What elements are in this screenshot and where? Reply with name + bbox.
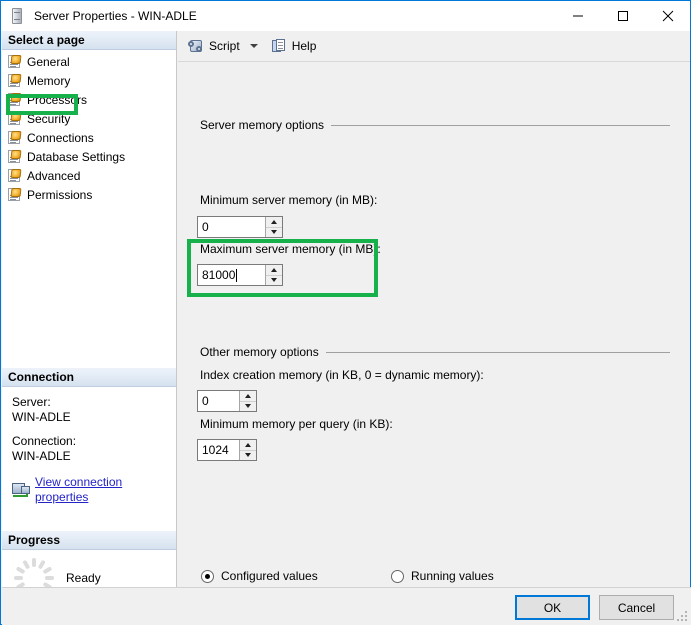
script-icon (188, 38, 204, 54)
resize-grip[interactable] (677, 611, 688, 622)
min-memory-per-query-value[interactable]: 1024 (198, 440, 239, 460)
sidebar-item-connections[interactable]: Connections (8, 128, 176, 147)
max-server-memory-label: Maximum server memory (in MB): (200, 242, 381, 256)
close-button[interactable] (645, 1, 690, 31)
page-icon (8, 188, 22, 201)
sidebar-item-processors[interactable]: Processors (8, 90, 176, 109)
section-title: Server memory options (200, 118, 325, 132)
spinner-up-button[interactable] (266, 217, 282, 228)
connection-label: Connection: (12, 434, 77, 448)
other-memory-options-section-header: Other memory options (200, 345, 690, 359)
page-icon (8, 150, 22, 163)
configured-values-label: Configured values (221, 569, 318, 583)
connection-header: Connection (2, 368, 176, 387)
page-list: General Memory Processors Security Conne… (2, 50, 176, 204)
sidebar-item-label: General (27, 54, 70, 69)
sidebar-item-label: Security (27, 111, 71, 126)
view-connection-properties-link[interactable]: View connection properties (35, 475, 176, 505)
left-panel: Select a page General Memory Processors … (2, 31, 177, 616)
sidebar-item-label: Processors (27, 92, 88, 107)
chevron-down-icon[interactable] (249, 44, 258, 48)
server-value: WIN-ADLE (12, 410, 71, 424)
spinner-buttons[interactable] (265, 217, 282, 237)
running-values-label: Running values (411, 569, 494, 583)
sidebar-item-memory[interactable]: Memory (8, 71, 176, 90)
index-creation-memory-value[interactable]: 0 (198, 391, 239, 411)
help-label: Help (291, 39, 317, 53)
server-label: Server: (12, 395, 51, 409)
help-icon (271, 38, 287, 54)
window-title: Server Properties - WIN-ADLE (34, 9, 197, 23)
min-server-memory-spinner[interactable]: 0 (197, 216, 283, 238)
sidebar-item-general[interactable]: General (8, 52, 176, 71)
spinner-down-button[interactable] (240, 451, 256, 461)
page-icon (8, 131, 22, 144)
spinner-down-button[interactable] (266, 228, 282, 238)
section-title: Other memory options (200, 345, 319, 359)
right-pane: Script Help Server memory options Minimu… (178, 31, 690, 617)
network-computer-icon (12, 482, 30, 498)
page-icon (8, 74, 22, 87)
configured-values-radio-row[interactable]: Configured values (201, 569, 318, 583)
title-bar: Server Properties - WIN-ADLE (1, 1, 690, 31)
window-controls (555, 1, 690, 31)
sidebar-item-label: Database Settings (27, 149, 126, 164)
index-creation-memory-label: Index creation memory (in KB, 0 = dynami… (200, 368, 484, 382)
min-memory-per-query-label: Minimum memory per query (in KB): (200, 417, 393, 431)
running-values-radio-row[interactable]: Running values (391, 569, 494, 583)
min-server-memory-label: Minimum server memory (in MB): (200, 193, 378, 207)
progress-header: Progress (2, 531, 176, 550)
spinner-down-button[interactable] (266, 276, 282, 286)
connection-section: Connection Server: WIN-ADLE Connection: … (2, 368, 176, 505)
sidebar-item-label: Connections (27, 130, 94, 145)
server-properties-dialog: Server Properties - WIN-ADLE Select a pa… (0, 0, 691, 625)
spinner-up-button[interactable] (266, 265, 282, 276)
sidebar-item-label: Permissions (27, 187, 93, 202)
page-icon (8, 55, 22, 68)
server-memory-options-section-header: Server memory options (200, 118, 690, 132)
progress-status: Ready (66, 571, 101, 585)
view-connection-properties-row[interactable]: View connection properties (12, 475, 176, 505)
sidebar-item-permissions[interactable]: Permissions (8, 185, 176, 204)
script-button[interactable]: Script (184, 34, 262, 58)
maximize-button[interactable] (600, 1, 645, 31)
sidebar-item-label: Advanced (27, 168, 81, 183)
toolbar: Script Help (178, 31, 690, 62)
sidebar-item-database-settings[interactable]: Database Settings (8, 147, 176, 166)
spinner-buttons[interactable] (265, 265, 282, 285)
min-server-memory-value[interactable]: 0 (198, 217, 265, 237)
spinner-buttons[interactable] (239, 391, 256, 411)
script-label: Script (209, 39, 240, 53)
text-cursor (236, 268, 238, 282)
min-memory-per-query-spinner[interactable]: 1024 (197, 439, 257, 461)
max-server-memory-spinner[interactable]: 81000 (197, 264, 283, 286)
cancel-button[interactable]: Cancel (599, 595, 674, 620)
page-icon (8, 169, 22, 182)
max-server-memory-value[interactable]: 81000 (198, 265, 265, 285)
index-creation-memory-spinner[interactable]: 0 (197, 390, 257, 412)
spinner-buttons[interactable] (239, 440, 256, 460)
settings-content: Server memory options Minimum server mem… (178, 62, 690, 616)
spinner-down-button[interactable] (240, 402, 256, 412)
page-icon (8, 112, 22, 125)
sidebar-item-label: Memory (27, 73, 71, 88)
dialog-footer: OK Cancel (2, 587, 691, 625)
connection-body: Server: WIN-ADLE Connection: WIN-ADLE Vi… (2, 387, 176, 505)
connection-value: WIN-ADLE (12, 449, 71, 463)
minimize-button[interactable] (555, 1, 600, 31)
help-button[interactable]: Help (268, 34, 321, 58)
section-divider (331, 124, 670, 126)
sidebar-item-advanced[interactable]: Advanced (8, 166, 176, 185)
select-a-page-header: Select a page (2, 31, 176, 50)
spinner-up-button[interactable] (240, 440, 256, 451)
configured-values-radio[interactable] (201, 569, 214, 583)
server-icon (10, 8, 24, 24)
sidebar-item-security[interactable]: Security (8, 109, 176, 128)
spinner-up-button[interactable] (240, 391, 256, 402)
ok-button[interactable]: OK (515, 595, 590, 620)
page-icon (8, 93, 22, 106)
section-divider (325, 351, 670, 353)
running-values-radio[interactable] (391, 569, 404, 583)
